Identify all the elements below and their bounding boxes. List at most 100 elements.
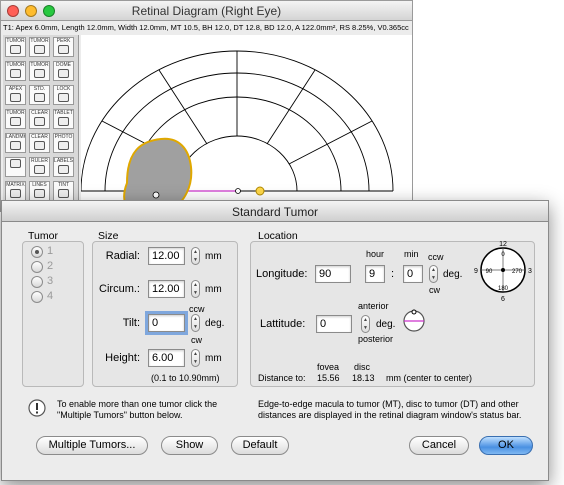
- tool-label: PHOTO: [54, 134, 73, 140]
- tool-button-2[interactable]: TUMOR: [29, 37, 50, 57]
- tumor-group-box: 1 2 3 4: [22, 241, 84, 387]
- latitude-stepper[interactable]: ▲ ▼: [361, 315, 370, 333]
- tool-label: LOCK: [56, 86, 71, 92]
- height-field[interactable]: 6.00: [148, 349, 185, 367]
- tool-button-8[interactable]: STD.: [29, 85, 50, 105]
- dialog-titlebar[interactable]: Standard Tumor: [2, 201, 548, 222]
- longitude-hour-field[interactable]: 9: [365, 265, 385, 283]
- distance-label: Distance to:: [258, 373, 306, 383]
- tool-button-15[interactable]: PHOTO: [53, 133, 74, 153]
- tool-button-1[interactable]: TUMOR: [5, 37, 26, 57]
- longitude-min-field[interactable]: 0: [403, 265, 423, 283]
- tumor-1-icon: [10, 45, 21, 54]
- longitude-ccw-label: ccw: [428, 252, 444, 262]
- tool-button-11[interactable]: CLEAR: [29, 109, 50, 129]
- latitude-field[interactable]: 0: [316, 315, 352, 333]
- disc-distance: 18.13: [352, 373, 375, 383]
- radial-stepper[interactable]: ▲ ▼: [191, 247, 200, 265]
- multiple-tumors-button[interactable]: Multiple Tumors...: [36, 436, 148, 455]
- tool-button-20[interactable]: LINES: [29, 181, 50, 201]
- ok-button[interactable]: OK: [479, 436, 533, 455]
- clear-icon: [34, 117, 45, 126]
- tool-label: PERK: [56, 38, 71, 44]
- clock-3: 3: [528, 268, 532, 275]
- apex-icon: [10, 93, 21, 102]
- tumor-2-icon: [34, 45, 45, 54]
- min-label: min: [404, 249, 419, 259]
- tool-button-3[interactable]: PERK: [53, 37, 74, 57]
- tool-button-10[interactable]: TUMOR: [5, 109, 26, 129]
- tool-button-12[interactable]: TABLET: [53, 109, 74, 129]
- labels-icon: [58, 165, 69, 174]
- tumor-4-icon: [34, 69, 45, 78]
- cancel-button[interactable]: Cancel: [409, 436, 469, 455]
- tool-button-16[interactable]: [5, 157, 26, 177]
- tool-label: TABLET: [54, 110, 73, 116]
- circum-field[interactable]: 12.00: [148, 280, 185, 298]
- tool-button-4[interactable]: TUMOR: [5, 61, 26, 81]
- tumor-radio-4[interactable]: [31, 291, 43, 303]
- tumor-radio-1[interactable]: [31, 246, 43, 258]
- tool-label: CLEAR: [31, 110, 48, 116]
- tool-label: APEX: [8, 86, 23, 92]
- circum-stepper[interactable]: ▲ ▼: [191, 280, 200, 298]
- longitude-clock-dial[interactable]: 12 6 9 3 0 180 90 270: [474, 238, 532, 302]
- default-button[interactable]: Default: [231, 436, 289, 455]
- tool-label: LABELS: [54, 158, 73, 164]
- distances-hint: Edge-to-edge macula to tumor (MT), disc …: [258, 399, 522, 420]
- clock-9: 9: [474, 268, 478, 275]
- tool-label: DOME: [56, 62, 71, 68]
- tool-button-13[interactable]: LANDMK: [5, 133, 26, 153]
- longitude-cw-label: cw: [429, 285, 440, 295]
- retinal-window-titlebar[interactable]: Retinal Diagram (Right Eye): [1, 1, 412, 21]
- meridian-1: [266, 69, 316, 145]
- tool-button-5[interactable]: TUMOR: [29, 61, 50, 81]
- disc-label: disc: [354, 362, 371, 372]
- hour-label: hour: [366, 249, 385, 259]
- latitude-posterior-label: posterior: [358, 334, 394, 344]
- tool-button-7[interactable]: APEX: [5, 85, 26, 105]
- height-stepper[interactable]: ▲ ▼: [191, 349, 200, 367]
- right-eye-icon: [10, 159, 21, 168]
- retinal-diagram[interactable]: [80, 35, 412, 212]
- retinal-diagram-canvas[interactable]: [80, 35, 412, 212]
- show-button[interactable]: Show: [161, 436, 218, 455]
- tool-button-9[interactable]: LOCK: [53, 85, 74, 105]
- tool-button-21[interactable]: TINT: [53, 181, 74, 201]
- radial-field[interactable]: 12.00: [148, 247, 185, 265]
- tool-label: LINES: [32, 182, 47, 188]
- tilt-label: Tilt:: [122, 317, 140, 329]
- tool-label: STD.: [33, 86, 46, 92]
- tumor-radio-2[interactable]: [31, 261, 43, 273]
- eye-section-icon: [403, 309, 425, 332]
- longitude-stepper[interactable]: ▲ ▼: [429, 265, 438, 283]
- tool-button-17[interactable]: RULER: [29, 157, 50, 177]
- tool-button-14[interactable]: CLEAR: [29, 133, 50, 153]
- hour-min-separator: :: [391, 268, 395, 280]
- clear-landmark-icon: [34, 141, 45, 150]
- fovea-label: fovea: [317, 362, 340, 372]
- tool-button-6[interactable]: DOME: [53, 61, 74, 81]
- tool-button-19[interactable]: MATRIX: [5, 181, 26, 201]
- tool-button-18[interactable]: LABELS: [53, 157, 74, 177]
- tool-label: TUMOR: [30, 62, 49, 68]
- tool-label: TUMOR: [6, 110, 25, 116]
- tumor-radio-4-label: 4: [47, 290, 54, 302]
- tumor-radio-3[interactable]: [31, 276, 43, 288]
- tablet-icon: [58, 117, 69, 126]
- fovea-marker: [235, 188, 241, 194]
- longitude-field[interactable]: 90: [315, 265, 351, 283]
- tool-label: TUMOR: [6, 38, 25, 44]
- tumor-5-icon: [10, 117, 21, 126]
- tumor-apex-marker[interactable]: [152, 191, 160, 199]
- clock-deg-90: 90: [486, 269, 493, 275]
- tilt-cw-label: cw: [191, 335, 202, 345]
- height-label: Height:: [105, 352, 140, 364]
- latitude-label: Lattitude:: [260, 318, 306, 330]
- tilt-stepper[interactable]: ▲ ▼: [191, 314, 200, 332]
- clock-12: 12: [499, 241, 507, 248]
- tilt-field[interactable]: 0: [145, 311, 188, 335]
- lock-icon: [58, 93, 69, 102]
- retinal-window-title: Retinal Diagram (Right Eye): [131, 4, 282, 18]
- landmark-icon: [10, 141, 21, 150]
